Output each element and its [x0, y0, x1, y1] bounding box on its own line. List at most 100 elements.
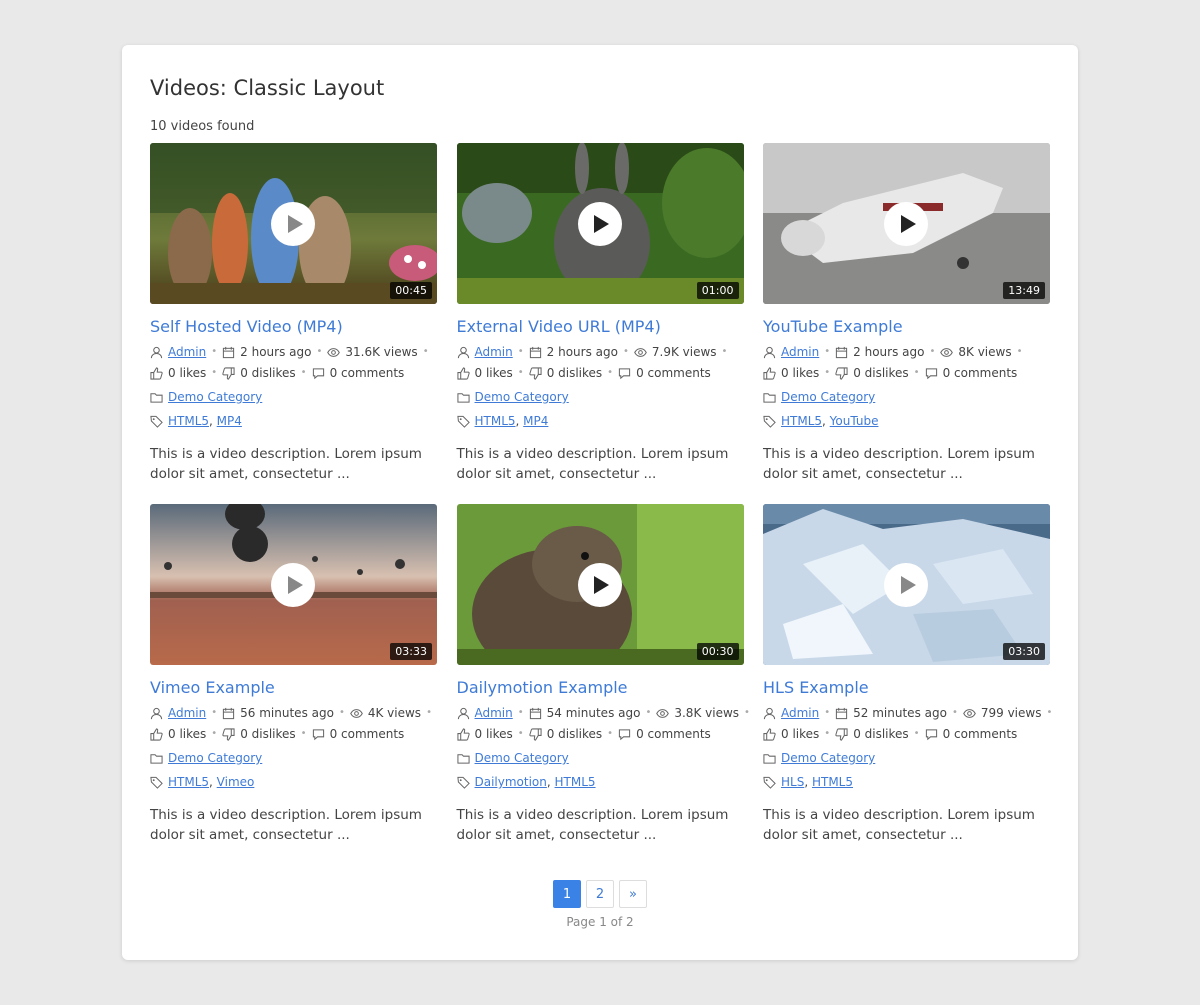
- video-date: 56 minutes ago: [240, 706, 334, 720]
- tag-link[interactable]: HTML5: [781, 413, 822, 429]
- video-thumbnail[interactable]: 03:30: [763, 504, 1050, 665]
- play-icon: [884, 563, 928, 607]
- author-link[interactable]: Admin: [781, 705, 819, 721]
- meta-separator: •: [929, 346, 936, 357]
- tag-link[interactable]: MP4: [523, 413, 548, 429]
- video-comments: 0 comments: [329, 727, 405, 741]
- video-meta-row: Admin • 2 hours ago • 8K views •: [763, 344, 1050, 360]
- video-likes: 0 likes: [781, 727, 820, 741]
- category-link[interactable]: Demo Category: [781, 389, 875, 405]
- video-title-link[interactable]: Self Hosted Video (MP4): [150, 317, 437, 337]
- comment-icon: [312, 728, 325, 741]
- meta-separator: •: [622, 346, 629, 357]
- category-link[interactable]: Demo Category: [475, 750, 569, 766]
- video-category-row: Demo Category: [763, 750, 1050, 766]
- comment-icon: [618, 367, 631, 380]
- video-title-link[interactable]: External Video URL (MP4): [457, 317, 744, 337]
- category-link[interactable]: Demo Category: [168, 389, 262, 405]
- author-link[interactable]: Admin: [168, 705, 206, 721]
- eye-icon: [940, 346, 954, 359]
- page-2-button[interactable]: 2: [586, 880, 614, 908]
- meta-separator: •: [951, 707, 958, 718]
- calendar-icon: [835, 346, 848, 359]
- video-thumbnail[interactable]: 01:00: [456, 143, 744, 304]
- tag-link[interactable]: HTML5: [168, 413, 209, 429]
- user-icon: [150, 346, 163, 359]
- video-views: 4K views: [367, 706, 422, 720]
- video-likes: 0 likes: [474, 366, 513, 380]
- video-title-link[interactable]: YouTube Example: [763, 317, 1050, 337]
- videos-panel: Videos: Classic Layout 10 videos found 0…: [122, 45, 1078, 960]
- video-likes: 0 likes: [168, 366, 207, 380]
- meta-separator: •: [913, 728, 920, 739]
- author-link[interactable]: Admin: [475, 344, 513, 360]
- tag-link[interactable]: HTML5: [168, 774, 209, 790]
- video-comments: 0 comments: [942, 727, 1018, 741]
- thumbs-down-icon: [222, 366, 235, 380]
- video-stats-row: 0 likes • 0 dislikes • 0 comments: [763, 365, 1050, 381]
- category-link[interactable]: Demo Category: [168, 750, 262, 766]
- category-link[interactable]: Demo Category: [781, 750, 875, 766]
- video-category-row: Demo Category: [456, 750, 744, 766]
- eye-icon: [350, 707, 363, 720]
- video-likes: 0 likes: [781, 366, 820, 380]
- tag-link[interactable]: HTML5: [812, 774, 853, 790]
- tag-link[interactable]: HTML5: [475, 413, 516, 429]
- video-comments: 0 comments: [636, 727, 711, 741]
- video-tags-row: HTML5, MP4: [456, 413, 744, 429]
- thumbs-up-icon: [456, 366, 470, 380]
- video-views: 7.9K views: [651, 345, 717, 359]
- video-date: 52 minutes ago: [853, 706, 947, 720]
- video-duration: 00:45: [390, 282, 432, 299]
- play-icon: [271, 202, 315, 246]
- user-icon: [457, 707, 470, 720]
- next-page-button[interactable]: »: [619, 880, 647, 908]
- tag-link[interactable]: MP4: [217, 413, 242, 429]
- video-category-row: Demo Category: [456, 389, 744, 405]
- thumbs-up-icon: [763, 727, 776, 741]
- user-icon: [150, 707, 163, 720]
- video-dislikes: 0 dislikes: [546, 366, 603, 380]
- video-title-link[interactable]: Vimeo Example: [150, 678, 437, 698]
- meta-separator: •: [211, 707, 218, 718]
- video-thumbnail[interactable]: 03:33: [150, 504, 437, 665]
- author-link[interactable]: Admin: [781, 344, 819, 360]
- page-1-button[interactable]: 1: [553, 880, 581, 908]
- video-thumbnail[interactable]: 00:30: [456, 504, 744, 665]
- video-dislikes: 0 dislikes: [546, 727, 603, 741]
- video-title-link[interactable]: Dailymotion Example: [457, 678, 744, 698]
- tag-icon: [150, 776, 163, 789]
- video-dislikes: 0 dislikes: [853, 727, 909, 741]
- author-link[interactable]: Admin: [475, 705, 513, 721]
- page-info: Page 1 of 2: [566, 915, 634, 929]
- video-dislikes: 0 dislikes: [240, 727, 296, 741]
- videos-count: 10 videos found: [150, 119, 255, 134]
- tag-link[interactable]: Vimeo: [217, 774, 255, 790]
- video-thumbnail[interactable]: 00:45: [150, 143, 437, 304]
- video-comments: 0 comments: [329, 366, 405, 380]
- category-link[interactable]: Demo Category: [475, 389, 569, 405]
- video-title-link[interactable]: HLS Example: [763, 678, 1050, 698]
- meta-separator: •: [913, 367, 920, 378]
- play-icon: [271, 563, 315, 607]
- tag-icon: [763, 415, 776, 428]
- meta-separator: •: [744, 707, 750, 718]
- video-category-row: Demo Category: [150, 389, 437, 405]
- video-stats-row: 0 likes • 0 dislikes • 0 comments: [150, 365, 437, 381]
- video-card: 03:33 Vimeo Example Admin • 56 minutes a…: [150, 504, 437, 865]
- calendar-icon: [529, 346, 542, 359]
- video-comments: 0 comments: [636, 366, 711, 380]
- video-views: 799 views: [980, 706, 1042, 720]
- thumbs-down-icon: [835, 366, 848, 380]
- tag-link[interactable]: HLS: [781, 774, 804, 790]
- video-stats-row: 0 likes • 0 dislikes • 0 comments: [456, 726, 744, 742]
- video-thumbnail[interactable]: 13:49: [763, 143, 1050, 304]
- thumbs-down-icon: [529, 366, 542, 380]
- tag-link[interactable]: YouTube: [830, 413, 879, 429]
- author-link[interactable]: Admin: [168, 344, 206, 360]
- folder-icon: [763, 391, 776, 404]
- tag-link[interactable]: HTML5: [555, 774, 596, 790]
- video-date: 2 hours ago: [546, 345, 618, 359]
- tag-link[interactable]: Dailymotion: [475, 774, 547, 790]
- comment-icon: [618, 728, 631, 741]
